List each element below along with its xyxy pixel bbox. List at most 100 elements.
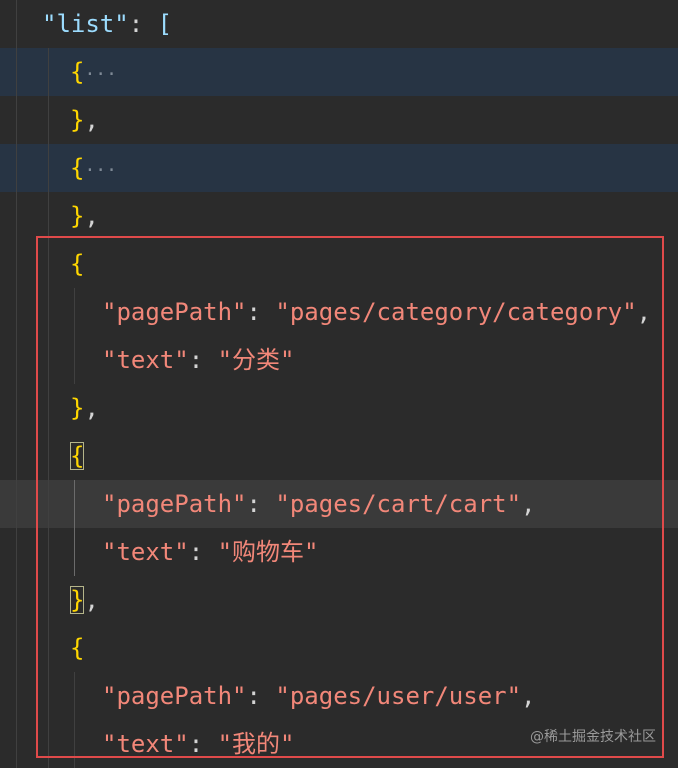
indent-guide xyxy=(16,720,17,768)
indent-guide xyxy=(48,672,49,720)
line-content: { xyxy=(70,240,84,288)
line-content: "pagePath": "pages/category/category", xyxy=(102,288,651,336)
indent-guide xyxy=(16,192,17,240)
indent-guide xyxy=(16,144,17,192)
comma: , xyxy=(84,106,99,134)
colon: : xyxy=(188,538,218,566)
indent-guide-active xyxy=(74,528,75,576)
json-key: "list" xyxy=(42,10,129,38)
code-editor[interactable]: "list": [ {··· }, {··· }, { "pagePath": … xyxy=(0,0,678,768)
indent-guide xyxy=(16,48,17,96)
indent-guide xyxy=(16,624,17,672)
line-content: "text": "购物车" xyxy=(102,528,319,576)
code-line[interactable]: }, xyxy=(0,576,678,624)
fold-ellipsis-icon[interactable]: ··· xyxy=(84,160,117,181)
code-line[interactable]: }, xyxy=(0,192,678,240)
indent-guide xyxy=(16,528,17,576)
line-content: { xyxy=(70,624,84,672)
indent-guide xyxy=(16,240,17,288)
close-brace: } xyxy=(70,106,85,134)
indent-guide xyxy=(74,336,75,384)
json-string-value: "我的" xyxy=(217,730,295,758)
indent-guide xyxy=(48,96,49,144)
json-key: "text" xyxy=(102,346,189,374)
indent-guide xyxy=(16,384,17,432)
indent-guide xyxy=(48,528,49,576)
indent-guide xyxy=(48,288,49,336)
code-line[interactable]: { xyxy=(0,432,678,480)
indent-guide xyxy=(16,672,17,720)
comma: , xyxy=(521,490,536,518)
open-brace: { xyxy=(70,634,85,662)
line-content: { xyxy=(70,432,85,480)
comma: , xyxy=(84,394,99,422)
json-key: "pagePath" xyxy=(102,490,247,518)
json-key: "pagePath" xyxy=(102,298,247,326)
json-key: "text" xyxy=(102,538,189,566)
matched-open-brace: { xyxy=(70,442,85,470)
indent-guide xyxy=(48,576,49,624)
code-line[interactable]: "list": [ xyxy=(0,0,678,48)
line-content: }, xyxy=(70,192,99,240)
comma: , xyxy=(84,202,99,230)
json-key: "text" xyxy=(102,730,189,758)
indent-guide xyxy=(48,144,49,192)
indent-guide xyxy=(48,720,49,768)
line-content: {··· xyxy=(70,48,117,96)
code-line-folded[interactable]: {··· xyxy=(0,48,678,96)
code-line[interactable]: }, xyxy=(0,96,678,144)
comma: , xyxy=(84,586,99,614)
indent-guide-active xyxy=(74,480,75,528)
code-line[interactable]: "text": "购物车" xyxy=(0,528,678,576)
colon: : xyxy=(128,10,158,38)
indent-guide xyxy=(48,48,49,96)
indent-guide xyxy=(48,336,49,384)
code-line[interactable]: { xyxy=(0,240,678,288)
line-content: }, xyxy=(70,96,99,144)
indent-guide xyxy=(74,720,75,768)
colon: : xyxy=(246,682,276,710)
indent-guide xyxy=(48,480,49,528)
code-line-current[interactable]: "pagePath": "pages/cart/cart", xyxy=(0,480,678,528)
matched-close-brace: } xyxy=(70,586,85,614)
line-content: }, xyxy=(70,576,99,624)
open-brace: { xyxy=(70,154,85,182)
open-brace: { xyxy=(70,58,85,86)
code-line[interactable]: "pagePath": "pages/category/category", xyxy=(0,288,678,336)
indent-guide xyxy=(48,240,49,288)
line-content: "pagePath": "pages/user/user", xyxy=(102,672,536,720)
indent-guide xyxy=(16,96,17,144)
line-content: "text": "我的" xyxy=(102,720,295,768)
open-bracket: [ xyxy=(157,10,173,38)
indent-guide xyxy=(48,624,49,672)
indent-guide xyxy=(74,672,75,720)
close-brace: } xyxy=(70,394,85,422)
line-content: }, xyxy=(70,384,99,432)
indent-guide xyxy=(16,432,17,480)
close-brace: } xyxy=(70,202,85,230)
code-line[interactable]: "pagePath": "pages/user/user", xyxy=(0,672,678,720)
indent-guide xyxy=(16,336,17,384)
fold-ellipsis-icon[interactable]: ··· xyxy=(84,64,117,85)
colon: : xyxy=(246,298,276,326)
indent-guide xyxy=(16,576,17,624)
indent-guide xyxy=(16,480,17,528)
json-string-value: "pages/category/category" xyxy=(275,298,637,326)
indent-guide xyxy=(74,288,75,336)
comma: , xyxy=(521,682,536,710)
code-line[interactable]: { xyxy=(0,624,678,672)
code-line[interactable]: }, xyxy=(0,384,678,432)
code-line-folded[interactable]: {··· xyxy=(0,144,678,192)
line-content: {··· xyxy=(70,144,117,192)
comma: , xyxy=(636,298,652,326)
indent-guide xyxy=(48,192,49,240)
json-string-value: "购物车" xyxy=(217,538,319,566)
code-line[interactable]: "text": "分类" xyxy=(0,336,678,384)
indent-guide xyxy=(16,288,17,336)
line-content: "text": "分类" xyxy=(102,336,295,384)
line-content: "list": [ xyxy=(42,0,172,48)
watermark: @稀土掘金技术社区 xyxy=(530,729,656,745)
json-string-value: "分类" xyxy=(217,346,295,374)
colon: : xyxy=(188,730,218,758)
json-key: "pagePath" xyxy=(102,682,247,710)
